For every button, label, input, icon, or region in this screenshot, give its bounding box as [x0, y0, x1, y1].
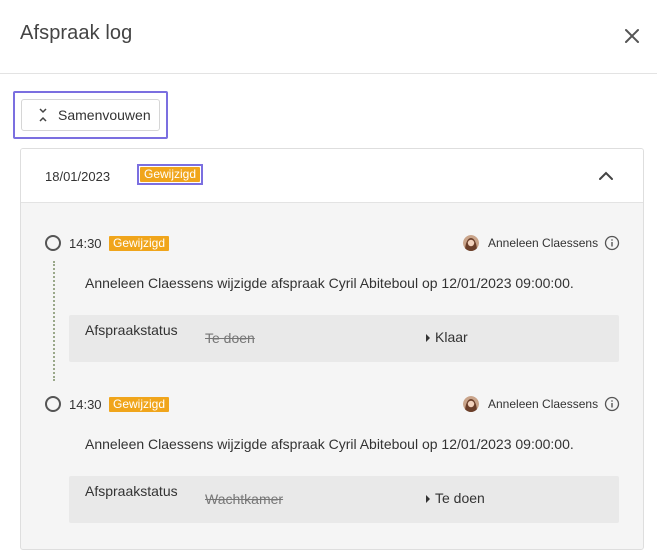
- avatar: [463, 235, 479, 251]
- chevron-up-icon[interactable]: [597, 167, 615, 185]
- timeline-circle-icon: [45, 396, 61, 412]
- entry-user: Anneleen Claessens: [488, 397, 599, 411]
- entry-time: 14:30: [69, 236, 102, 251]
- change-field-name: Afspraakstatus: [85, 322, 178, 338]
- change-new-value: Klaar: [435, 329, 468, 345]
- dialog-header: Afspraak log: [0, 0, 657, 74]
- caret-right-icon: [426, 495, 430, 503]
- log-group-badge-highlight: Gewijzigd: [137, 164, 204, 185]
- change-new-value: Te doen: [435, 490, 485, 506]
- change-old-value: Te doen: [205, 330, 255, 346]
- status-badge: Gewijzigd: [109, 236, 170, 251]
- caret-right-icon: [426, 334, 430, 342]
- status-badge: Gewijzigd: [109, 397, 170, 412]
- timeline-connector: [53, 261, 55, 381]
- log-group-date: 18/01/2023: [45, 169, 111, 184]
- log-group-header[interactable]: 18/01/2023 Gewijzigd: [21, 149, 643, 203]
- info-icon[interactable]: [604, 396, 620, 412]
- collapse-all-icon: [39, 108, 47, 122]
- entry-user: Anneleen Claessens: [488, 236, 599, 250]
- entry-badge-wrap: Gewijzigd: [109, 234, 170, 252]
- collapse-button[interactable]: Samenvouwen: [21, 99, 160, 131]
- change-row: Afspraakstatus Te doen Klaar: [69, 315, 619, 362]
- dialog-title: Afspraak log: [20, 22, 133, 44]
- close-icon[interactable]: [620, 24, 644, 48]
- collapse-button-label: Samenvouwen: [58, 107, 151, 123]
- entry-description: Anneleen Claessens wijzigde afspraak Cyr…: [85, 275, 574, 291]
- info-icon[interactable]: [604, 235, 620, 251]
- collapse-button-highlight: Samenvouwen: [13, 91, 168, 139]
- change-old-value: Wachtkamer: [205, 491, 284, 507]
- timeline-circle-icon: [45, 235, 61, 251]
- change-field-name: Afspraakstatus: [85, 483, 178, 499]
- entry-time: 14:30: [69, 397, 102, 412]
- entry-description: Anneleen Claessens wijzigde afspraak Cyr…: [85, 436, 574, 452]
- log-group-card: 18/01/2023 Gewijzigd 14:30 Gewijzigd Ann…: [20, 148, 644, 550]
- avatar: [463, 396, 479, 412]
- entry-badge-wrap: Gewijzigd: [109, 395, 170, 413]
- status-badge: Gewijzigd: [140, 167, 201, 182]
- change-row: Afspraakstatus Wachtkamer Te doen: [69, 476, 619, 523]
